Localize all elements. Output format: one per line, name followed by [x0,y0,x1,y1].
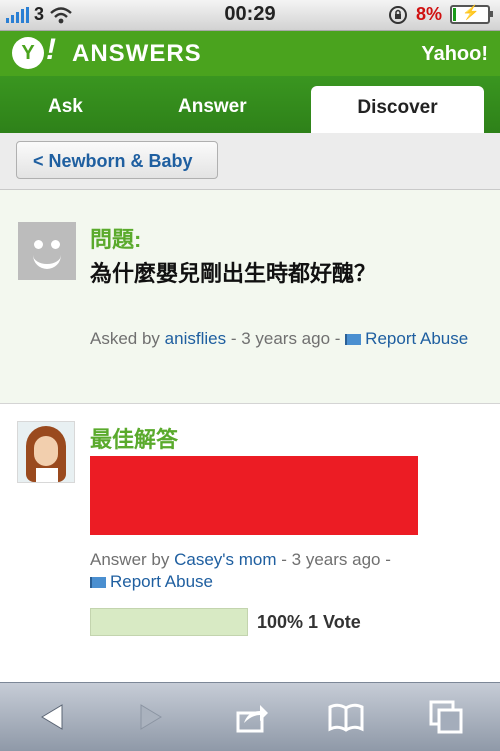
answer-meta: Answer by Casey's mom - 3 years ago - Re… [90,549,470,593]
pages-icon[interactable] [428,699,464,735]
battery-group: 8% ⚡ [388,4,493,25]
rotation-lock-icon [388,5,407,24]
vote-count: 100% 1 Vote [257,612,361,632]
battery-percent: 8% [415,4,442,24]
tab-discover[interactable]: Discover [311,86,484,133]
tab-bar: Ask Answer Discover [0,76,500,133]
question-report-link[interactable]: Report Abuse [345,329,468,348]
breadcrumb-bar: < Newborn & Baby [0,133,500,190]
flag-icon [90,577,106,588]
forward-icon[interactable] [133,699,169,735]
bookmarks-icon[interactable] [328,699,364,735]
answer-content-redacted [90,456,418,535]
answer-report-link[interactable]: Report Abuse [90,572,213,591]
answerer-link[interactable]: Casey's mom [174,550,276,569]
brand-title[interactable]: ANSWERS [72,40,202,68]
yahoo-logo-icon[interactable]: Y [12,37,44,69]
yahoo-link[interactable]: Yahoo! [421,43,488,66]
question-section: 問題: 為什麼嬰兒剛出生時都好醜？ Asked by anisflies - 3… [0,190,500,404]
battery-icon: ⚡ [450,4,493,24]
report-abuse-label: Report Abuse [110,572,214,591]
tab-answer[interactable]: Answer [178,96,247,118]
vote-progress-bar [90,608,248,636]
asker-avatar[interactable] [18,222,76,280]
answer-by-label: Answer by [90,550,170,569]
question-time: - 3 years ago - [230,329,341,348]
question-meta: Asked by anisflies - 3 years ago - Repor… [90,328,470,350]
asked-by-label: Asked by [90,329,160,348]
status-bar: 3 00:29 8% ⚡ [0,0,500,31]
answerer-avatar[interactable] [17,421,75,483]
answer-time: - 3 years ago - [281,550,391,569]
vote-fill [91,609,247,635]
question-label: 問題: [90,227,142,252]
app-header: Y ! ANSWERS Yahoo! [0,31,500,76]
best-answer-label: 最佳解答 [90,427,179,452]
browser-toolbar [0,682,500,751]
back-to-category-button[interactable]: < Newborn & Baby [16,141,218,179]
report-abuse-label: Report Abuse [365,329,469,348]
asker-link[interactable]: anisflies [165,329,226,348]
question-text: 為什麼嬰兒剛出生時都好醜？ [90,261,377,286]
share-icon[interactable] [234,699,270,735]
back-icon[interactable] [34,699,70,735]
flag-icon [345,334,362,345]
logo-exclamation: ! [46,33,56,66]
best-answer-section: 最佳解答 Answer by Casey's mom - 3 years ago… [0,404,500,682]
tab-ask[interactable]: Ask [48,96,83,118]
